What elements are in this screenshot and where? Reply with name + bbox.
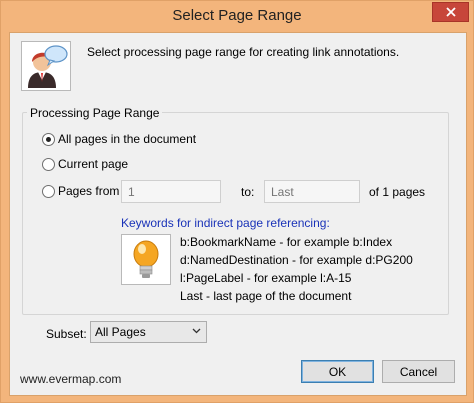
keyword-line: b:BookmarkName - for example b:Index — [180, 235, 393, 249]
to-label: to: — [241, 185, 255, 199]
radio-pages-from[interactable]: Pages from — [42, 183, 119, 199]
subset-label: Subset: — [46, 327, 87, 341]
subset-selected-value: All Pages — [95, 325, 146, 339]
keyword-line: Last - last page of the document — [180, 289, 352, 303]
keyword-line: d:NamedDestination - for example d:PG200 — [180, 253, 413, 267]
page-range-group-label: Processing Page Range — [27, 106, 163, 120]
to-page-input[interactable] — [264, 180, 360, 203]
radio-all-pages[interactable]: All pages in the document — [42, 131, 196, 147]
dialog-client: Select processing page range for creatin… — [9, 32, 467, 396]
radio-current-page-label: Current page — [58, 157, 129, 171]
radio-current-page-indicator[interactable] — [42, 157, 55, 171]
ok-button[interactable]: OK — [301, 360, 374, 383]
header-description: Select processing page range for creatin… — [87, 45, 400, 59]
radio-all-pages-indicator[interactable] — [42, 132, 55, 146]
chevron-down-icon — [192, 328, 201, 334]
of-pages-label: of 1 pages — [369, 185, 426, 199]
radio-pages-from-label: Pages from — [58, 184, 120, 198]
from-page-input[interactable] — [121, 180, 221, 203]
close-icon — [445, 7, 456, 17]
radio-all-pages-label: All pages in the document — [58, 132, 197, 146]
subset-select[interactable]: All Pages — [90, 321, 207, 343]
radio-current-page[interactable]: Current page — [42, 156, 128, 172]
close-button[interactable] — [432, 2, 469, 22]
window-title: Select Page Range — [172, 7, 302, 24]
lightbulb-icon — [121, 234, 171, 285]
evermap-website-link[interactable]: www.evermap.com — [20, 372, 121, 386]
cancel-button[interactable]: Cancel — [382, 360, 455, 383]
keyword-line: l:PageLabel - for example l:A-15 — [180, 271, 352, 285]
user-chat-icon — [21, 41, 71, 91]
radio-pages-from-indicator[interactable] — [42, 184, 55, 198]
title-bar[interactable]: Select Page Range — [1, 1, 473, 32]
dialog-window: Select Page Range Select processing page… — [0, 0, 474, 403]
keywords-title: Keywords for indirect page referencing: — [121, 216, 330, 230]
